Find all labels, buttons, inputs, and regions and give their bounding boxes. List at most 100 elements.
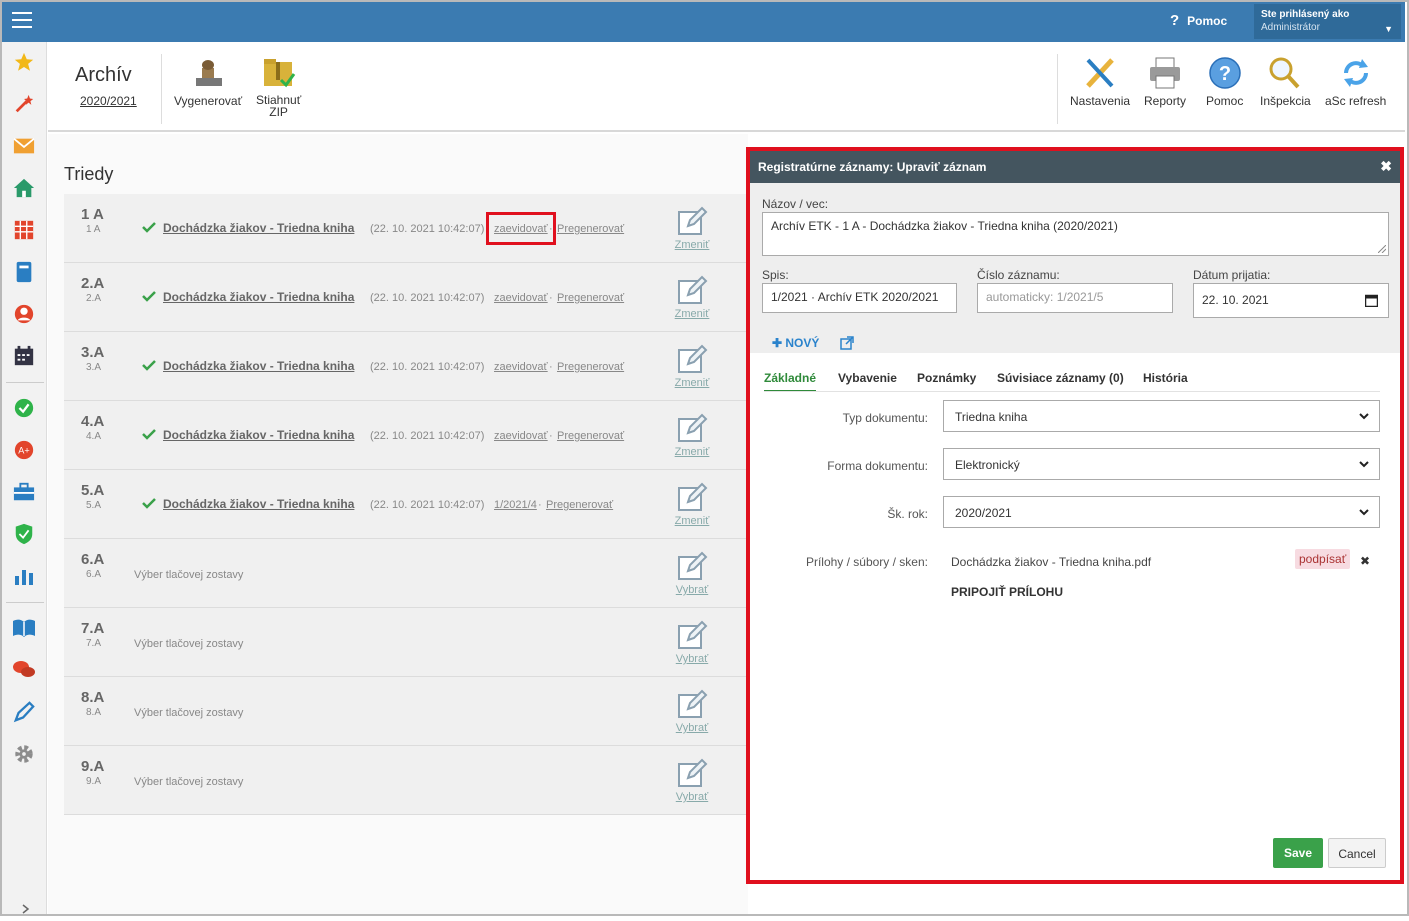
rok-select[interactable]: 2020/2021 [943, 496, 1380, 528]
tab-poznamky[interactable]: Poznámky [917, 371, 976, 385]
edit-button[interactable]: Zmeniť [674, 275, 710, 320]
remove-attachment-icon[interactable]: ✖ [1360, 554, 1370, 568]
user-icon[interactable] [12, 302, 36, 326]
regenerate-link[interactable]: Pregenerovať [557, 361, 624, 373]
edit-button[interactable]: Zmeniť [674, 482, 710, 527]
user-line1: Ste prihlásený ako [1261, 9, 1350, 20]
document-link[interactable]: Dochádzka žiakov - Triedna kniha [163, 497, 354, 511]
register-link[interactable]: zaevidovať [494, 430, 548, 442]
timetable-icon[interactable] [12, 218, 36, 242]
edit-button[interactable]: Vybrať [674, 758, 710, 803]
help-button[interactable]: ? Pomoc [1206, 56, 1243, 108]
forma-label-wrap: Forma dokumentu: [750, 459, 928, 473]
separator-dot: · [549, 361, 553, 373]
register-link[interactable]: zaevidovať [494, 361, 548, 373]
save-button[interactable]: Save [1273, 838, 1323, 868]
regenerate-link[interactable]: Pregenerovať [546, 499, 613, 511]
open-book-icon[interactable] [12, 616, 36, 640]
chevron-right-icon[interactable] [14, 897, 38, 921]
edit-button[interactable]: Zmeniť [674, 344, 710, 389]
help-link[interactable]: ? Pomoc [1170, 12, 1227, 29]
generate-label: Vygenerovať [174, 94, 243, 108]
magic-wand-icon[interactable] [12, 92, 36, 116]
cancel-button[interactable]: Cancel [1328, 838, 1386, 868]
datum-label: Dátum prijatia: [1193, 268, 1271, 282]
year-selector[interactable]: 2020/2021 [80, 94, 137, 108]
cislo-field[interactable]: automaticky: 1/2021/5 [977, 283, 1173, 313]
class-row: 2.A 2.A Dochádzka žiakov - Triedna kniha (2… [64, 263, 748, 332]
pencil-icon[interactable] [12, 700, 36, 724]
download-zip-label-2: ZIP [269, 105, 288, 119]
edit-label: Vybrať [675, 722, 709, 734]
zip-folder-icon [261, 56, 297, 90]
edit-button[interactable]: Vybrať [674, 689, 710, 734]
settings-label: Nastavenia [1070, 94, 1131, 108]
mail-icon[interactable] [12, 134, 36, 158]
svg-text:?: ? [1219, 63, 1231, 85]
cislo-placeholder: automaticky: 1/2021/5 [986, 290, 1104, 304]
dialog-header: Registratúrne záznamy: Upraviť záznam ✖ [750, 151, 1400, 183]
edit-button[interactable]: Zmeniť [674, 206, 710, 251]
tab-vybavenie[interactable]: Vybavenie [838, 371, 897, 385]
bar-chart-icon[interactable] [12, 564, 36, 588]
edit-button[interactable]: Zmeniť [674, 413, 710, 458]
typ-select[interactable]: Triedna kniha [943, 400, 1380, 432]
external-link-icon[interactable] [840, 336, 854, 350]
attachment-file[interactable]: Dochádzka žiakov - Triedna kniha.pdf [951, 555, 1151, 569]
tab-suvisiace[interactable]: Súvisiace záznamy (0) [997, 371, 1124, 385]
generate-button[interactable]: Vygenerovať [174, 56, 242, 108]
reports-label: Reporty [1144, 94, 1187, 108]
spis-value: 1/2021 · Archív ETK 2020/2021 [771, 290, 939, 304]
nazov-label: Názov / vec: [762, 197, 829, 211]
document-link[interactable]: Dochádzka žiakov - Triedna kniha [163, 290, 354, 304]
datum-field[interactable]: 22. 10. 2021 [1193, 283, 1389, 318]
inspection-button[interactable]: Inšpekcia [1260, 56, 1311, 108]
nazov-textarea[interactable]: Archív ETK - 1 A - Dochádzka žiakov - Tr… [762, 212, 1389, 256]
tab-historia[interactable]: História [1143, 371, 1188, 385]
highlight-box [486, 212, 556, 245]
sign-button[interactable]: podpísať [1295, 549, 1351, 569]
regenerate-link[interactable]: Pregenerovať [557, 223, 624, 235]
download-zip-button[interactable]: Stiahnuť ZIP [256, 56, 301, 118]
tab-zakladne[interactable]: Základné [764, 371, 817, 392]
rok-value: 2020/2021 [955, 506, 1012, 520]
check-icon [142, 290, 156, 305]
edit-button[interactable]: Vybrať [674, 620, 710, 665]
document-link[interactable]: Dochádzka žiakov - Triedna kniha [163, 428, 354, 442]
forma-select[interactable]: Elektronický [943, 448, 1380, 480]
new-spis-button[interactable]: ✚ NOVÝ [772, 336, 819, 350]
regenerate-link[interactable]: Pregenerovať [557, 292, 624, 304]
chevron-down-icon [1359, 461, 1369, 468]
user-menu[interactable]: Ste prihlásený ako Administrátor ▼ [1254, 4, 1401, 39]
class-subname: 2.A [86, 293, 102, 304]
attach-file-button[interactable]: PRIPOJIŤ PRÍLOHU [951, 585, 1063, 599]
home-icon[interactable] [12, 176, 36, 200]
calendar-icon[interactable] [12, 344, 36, 368]
gear-icon[interactable] [12, 742, 36, 766]
chevron-down-icon [1359, 509, 1369, 516]
class-name: 5.A [81, 482, 105, 499]
document-link[interactable]: Dochádzka žiakov - Triedna kniha [163, 359, 354, 373]
settings-button[interactable]: Nastavenia [1070, 56, 1130, 108]
shield-icon[interactable] [12, 522, 36, 546]
document-link[interactable]: Dochádzka žiakov - Triedna kniha [163, 221, 354, 235]
close-icon[interactable]: ✖ [1380, 158, 1392, 175]
book-icon[interactable] [12, 260, 36, 284]
chat-icon[interactable] [12, 658, 36, 682]
refresh-button[interactable]: aSc refresh [1325, 56, 1386, 108]
spis-field[interactable]: 1/2021 · Archív ETK 2020/2021 [762, 283, 957, 313]
checkmark-circle-icon[interactable] [12, 396, 36, 420]
help-label: Pomoc [1206, 94, 1244, 108]
edit-label: Vybrať [675, 791, 709, 803]
register-link[interactable]: zaevidovať [494, 292, 548, 304]
briefcase-icon[interactable] [12, 480, 36, 504]
reports-button[interactable]: Reporty [1144, 56, 1186, 108]
star-icon[interactable] [12, 50, 36, 74]
edit-button[interactable]: Vybrať [674, 551, 710, 596]
user-name: Administrátor [1261, 22, 1320, 33]
grade-icon[interactable]: A+ [12, 438, 36, 462]
regenerate-link[interactable]: Pregenerovať [557, 430, 624, 442]
register-link[interactable]: 1/2021/4 [494, 499, 537, 511]
check-icon [142, 428, 156, 443]
hamburger-menu-icon[interactable] [12, 12, 32, 28]
